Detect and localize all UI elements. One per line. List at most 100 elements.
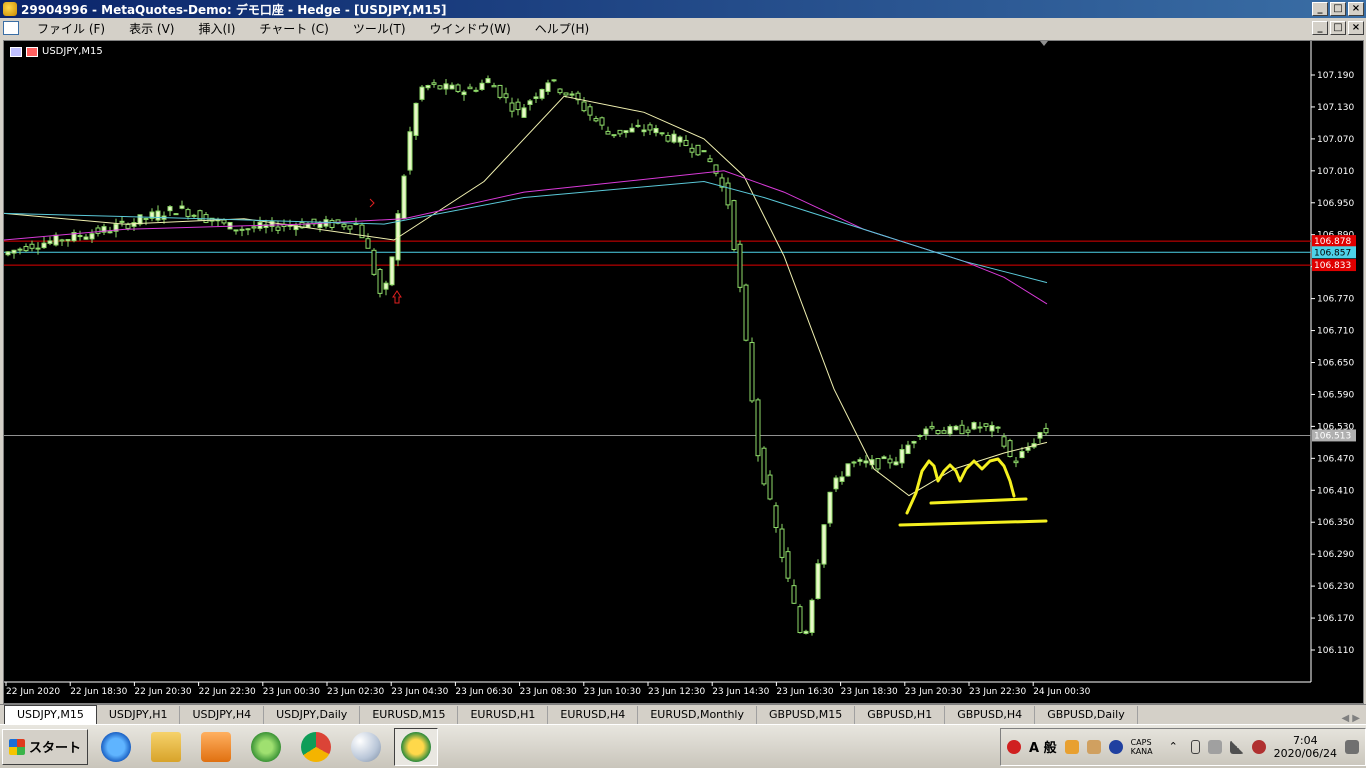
taskbar-app-globe[interactable] bbox=[244, 728, 288, 766]
menu-insert[interactable]: 挿入(I) bbox=[186, 20, 247, 37]
candle-body bbox=[503, 93, 509, 99]
price-chart[interactable]: 107.190 107.130 107.070 107.010 106.950 106.8… bbox=[4, 41, 1363, 703]
tab-eurusd-m15[interactable]: EURUSD,M15 bbox=[360, 706, 459, 724]
candle-body bbox=[539, 88, 545, 99]
candle-body bbox=[635, 124, 641, 127]
candle-body bbox=[191, 214, 197, 217]
candle-body bbox=[473, 89, 479, 92]
candle-body bbox=[569, 93, 575, 96]
tab-usdjpy-m15[interactable]: USDJPY,M15 bbox=[4, 705, 97, 724]
paint-icon bbox=[351, 731, 382, 762]
tab-eurusd-h1[interactable]: EURUSD,H1 bbox=[458, 706, 549, 724]
candle-body bbox=[917, 435, 923, 438]
y-tick-label: 106.590 bbox=[1317, 390, 1354, 400]
candle-body bbox=[527, 100, 533, 105]
price-label-text: 106.878 bbox=[1314, 237, 1351, 247]
menu-chart[interactable]: チャート (C) bbox=[247, 20, 340, 37]
candle-body bbox=[809, 599, 815, 633]
close-button[interactable]: × bbox=[1348, 2, 1364, 16]
tab-gbpusd-h4[interactable]: GBPUSD,H4 bbox=[945, 706, 1036, 724]
y-tick-label: 106.110 bbox=[1317, 646, 1354, 656]
action-center-icon[interactable] bbox=[1345, 739, 1359, 754]
tab-scroll-arrows[interactable]: ◀ ▶ bbox=[1341, 713, 1360, 724]
windows-flag-icon bbox=[9, 738, 25, 755]
ime-pad-icon[interactable] bbox=[1064, 739, 1079, 754]
candle-body bbox=[659, 132, 665, 135]
help-icon[interactable] bbox=[1108, 739, 1123, 754]
menu-help[interactable]: ヘルプ(H) bbox=[523, 20, 601, 37]
candle-body bbox=[239, 228, 245, 231]
candle-body bbox=[629, 127, 635, 133]
candle-body bbox=[989, 425, 995, 432]
start-button[interactable]: スタート bbox=[2, 728, 89, 765]
ime-mode-indicator[interactable]: A 般 bbox=[1029, 737, 1057, 756]
child-restore-button[interactable]: □ bbox=[1330, 21, 1346, 35]
tray-app-icon[interactable] bbox=[1007, 739, 1021, 754]
menu-tools[interactable]: ツール(T) bbox=[341, 20, 418, 37]
candle-body bbox=[137, 214, 143, 225]
chart-window[interactable]: 107.190 107.130 107.070 107.010 106.950 106.8… bbox=[3, 40, 1364, 704]
candle-body bbox=[1043, 427, 1049, 434]
network-signal-icon[interactable] bbox=[1229, 739, 1244, 754]
candle-body bbox=[221, 219, 227, 224]
candle-body bbox=[89, 233, 95, 240]
child-minimize-button[interactable]: _ bbox=[1312, 21, 1328, 35]
tab-gbpusd-m15[interactable]: GBPUSD,M15 bbox=[757, 706, 856, 724]
x-tick-label: 22 Jun 20:30 bbox=[134, 687, 191, 697]
maximize-button[interactable]: □ bbox=[1330, 2, 1346, 16]
candle-body bbox=[365, 238, 371, 249]
x-tick-label: 23 Jun 16:30 bbox=[776, 687, 833, 697]
candle-body bbox=[329, 220, 335, 228]
candle-body bbox=[53, 234, 59, 246]
show-hidden-icons-icon[interactable]: ⌃ bbox=[1169, 740, 1183, 754]
candle-body bbox=[905, 444, 911, 455]
tab-gbpusd-h1[interactable]: GBPUSD,H1 bbox=[855, 706, 946, 724]
tab-eurusd-h4[interactable]: EURUSD,H4 bbox=[548, 706, 639, 724]
tab-eurusd-monthly[interactable]: EURUSD,Monthly bbox=[638, 706, 758, 724]
taskbar-app-media[interactable] bbox=[194, 728, 238, 766]
document-icon[interactable] bbox=[3, 21, 19, 35]
taskbar-app-explorer[interactable] bbox=[144, 728, 188, 766]
candle-body bbox=[935, 430, 941, 435]
volume-icon[interactable] bbox=[1207, 739, 1222, 754]
candle-body bbox=[833, 477, 839, 490]
taskbar-app-metatrader[interactable] bbox=[394, 727, 439, 766]
child-close-button[interactable]: × bbox=[1348, 21, 1364, 35]
candle-body bbox=[851, 461, 857, 464]
candle-body bbox=[275, 226, 281, 231]
taskbar-app-ie[interactable] bbox=[94, 728, 138, 766]
ma-slow-line bbox=[4, 180, 1048, 284]
taskbar-app-paint[interactable] bbox=[344, 728, 388, 766]
tab-usdjpy-daily[interactable]: USDJPY,Daily bbox=[264, 706, 361, 724]
tab-usdjpy-h4[interactable]: USDJPY,H4 bbox=[180, 706, 265, 724]
tab-usdjpy-h1[interactable]: USDJPY,H1 bbox=[97, 706, 181, 724]
menu-file[interactable]: ファイル (F) bbox=[25, 20, 117, 37]
ime-tools-icon[interactable] bbox=[1086, 739, 1101, 754]
candle-body bbox=[347, 225, 353, 230]
candle-body bbox=[821, 524, 827, 565]
candle-body bbox=[647, 124, 653, 131]
battery-icon[interactable] bbox=[1190, 739, 1200, 754]
candle-body bbox=[971, 422, 977, 430]
tray-clock[interactable]: 7:04 2020/06/24 bbox=[1274, 734, 1337, 760]
taskbar-app-chrome[interactable] bbox=[294, 728, 338, 766]
candle-body bbox=[491, 85, 497, 88]
candle-body bbox=[371, 249, 377, 275]
candle-body bbox=[59, 239, 65, 242]
menu-window[interactable]: ウインドウ(W) bbox=[418, 20, 523, 37]
y-tick-label: 106.470 bbox=[1317, 454, 1354, 464]
candle-body bbox=[497, 84, 503, 98]
candle-body bbox=[551, 79, 557, 82]
minimize-button[interactable]: _ bbox=[1312, 2, 1328, 16]
candle-body bbox=[455, 84, 461, 92]
y-tick-label: 107.130 bbox=[1317, 103, 1354, 113]
menu-view[interactable]: 表示 (V) bbox=[117, 20, 186, 37]
trendline-annotation bbox=[898, 519, 1048, 527]
price-label-text: 106.857 bbox=[1314, 248, 1351, 258]
chart-template-icon[interactable] bbox=[26, 46, 38, 57]
candle-body bbox=[173, 213, 179, 216]
candle-body bbox=[749, 342, 755, 402]
tab-gbpusd-daily[interactable]: GBPUSD,Daily bbox=[1035, 706, 1138, 724]
power-status-icon[interactable] bbox=[1251, 739, 1266, 754]
chart-properties-icon[interactable] bbox=[10, 46, 22, 57]
